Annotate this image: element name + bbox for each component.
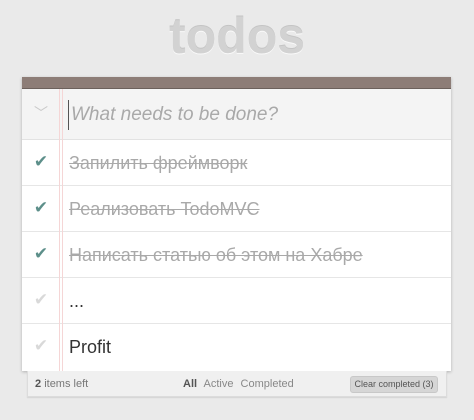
filters: All Active Completed [183,378,298,390]
todo-item: ✔ ... [22,278,451,324]
clear-completed-button[interactable]: Clear completed (3) [350,376,438,393]
todo-label[interactable]: Реализовать TodoMVC [69,198,260,220]
todo-item: ✔ Запилить фреймворк [22,140,451,186]
new-todo-input[interactable] [68,100,443,130]
check-icon[interactable]: ✔ [31,197,51,219]
todo-item: ✔ Написать статью об этом на Хабре [22,232,451,278]
toggle-all-icon[interactable]: ﹀ [31,101,51,125]
filter-completed[interactable]: Completed [241,378,294,390]
todo-count: 2 items left [35,378,88,390]
todo-label[interactable]: Запилить фреймворк [69,152,247,174]
check-icon[interactable]: ✔ [31,335,51,357]
todo-label[interactable]: ... [69,290,84,312]
todo-app-panel: ﹀ ✔ Запилить фреймворк ✔ Реализовать Tod… [22,77,451,371]
filter-all[interactable]: All [183,378,197,390]
new-todo-row: ﹀ [22,89,451,140]
margin-line [62,89,63,371]
check-icon[interactable]: ✔ [31,289,51,311]
todo-label[interactable]: Profit [69,336,111,358]
todo-item: ✔ Реализовать TodoMVC [22,186,451,232]
todo-count-number: 2 [35,378,42,390]
filter-active[interactable]: Active [204,378,234,390]
todo-item: ✔ Profit [22,324,451,370]
check-icon[interactable]: ✔ [31,151,51,173]
margin-line [59,89,60,371]
todo-count-suffix: items left [44,378,89,390]
todo-list: ✔ Запилить фреймворк ✔ Реализовать TodoM… [22,140,451,370]
app-title: todos [168,8,306,64]
todo-label[interactable]: Написать статью об этом на Хабре [69,244,363,266]
check-icon[interactable]: ✔ [31,243,51,265]
todo-footer: 2 items left All Active Completed Clear … [27,371,447,397]
panel-top-bar [22,77,451,89]
